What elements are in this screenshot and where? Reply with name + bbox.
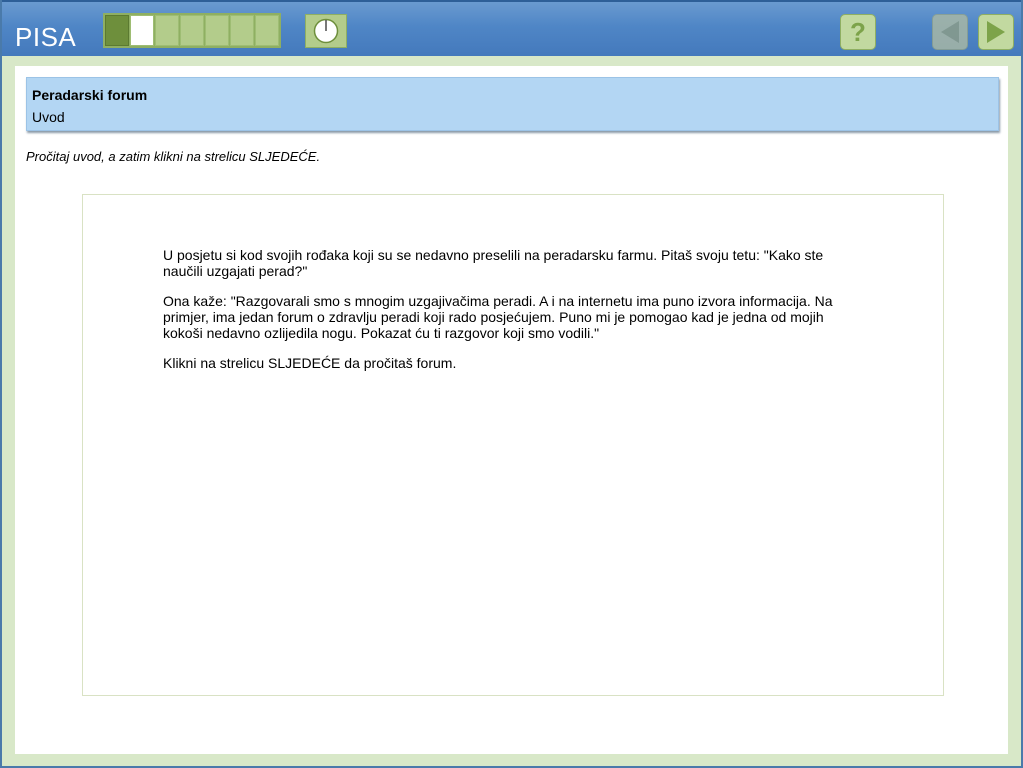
instruction-text: Pročitaj uvod, a zatim klikni na strelic… — [26, 149, 321, 164]
progress-cell-4 — [180, 15, 204, 46]
unit-title: Peradarski forum — [32, 87, 148, 103]
progress-cell-1 — [105, 15, 129, 46]
stimulus-paragraph: Ona kaže: "Razgovarali smo s mnogim uzga… — [163, 293, 833, 341]
stimulus-paragraph: U posjetu si kod svojih rođaka koji su s… — [163, 247, 824, 279]
pisa-logo: PISA — [15, 22, 77, 52]
progress-cell-6 — [230, 15, 254, 46]
clock-icon — [313, 18, 339, 44]
progress-cell-5 — [205, 15, 229, 46]
unit-header: Peradarski forum Uvod — [26, 77, 999, 131]
progress-cell-2 — [130, 15, 154, 46]
stimulus-panel: U posjetu si kod svojih rođaka koji su s… — [82, 194, 944, 696]
triangle-left-icon — [941, 21, 959, 43]
app-window: PISA ? Peradarski forum Uvod Pročitaj uv… — [0, 0, 1023, 768]
next-button[interactable] — [978, 14, 1014, 50]
stimulus-paragraph: Klikni na strelicu SLJEDEĆE da pročitaš … — [163, 355, 457, 371]
stimulus-text: U posjetu si kod svojih rođaka koji su s… — [163, 247, 843, 385]
back-button[interactable] — [932, 14, 968, 50]
content-area: Peradarski forum Uvod Pročitaj uvod, a z… — [15, 66, 1008, 754]
help-button[interactable]: ? — [840, 14, 876, 50]
top-toolbar: PISA ? — [2, 0, 1021, 56]
triangle-right-icon — [987, 21, 1005, 43]
progress-bar — [103, 13, 281, 48]
timer-button[interactable] — [305, 14, 347, 48]
progress-cell-7 — [255, 15, 279, 46]
unit-subtitle: Uvod — [32, 109, 65, 125]
progress-cell-3 — [155, 15, 179, 46]
question-mark-icon: ? — [850, 18, 866, 46]
svg-text:?: ? — [850, 18, 866, 46]
